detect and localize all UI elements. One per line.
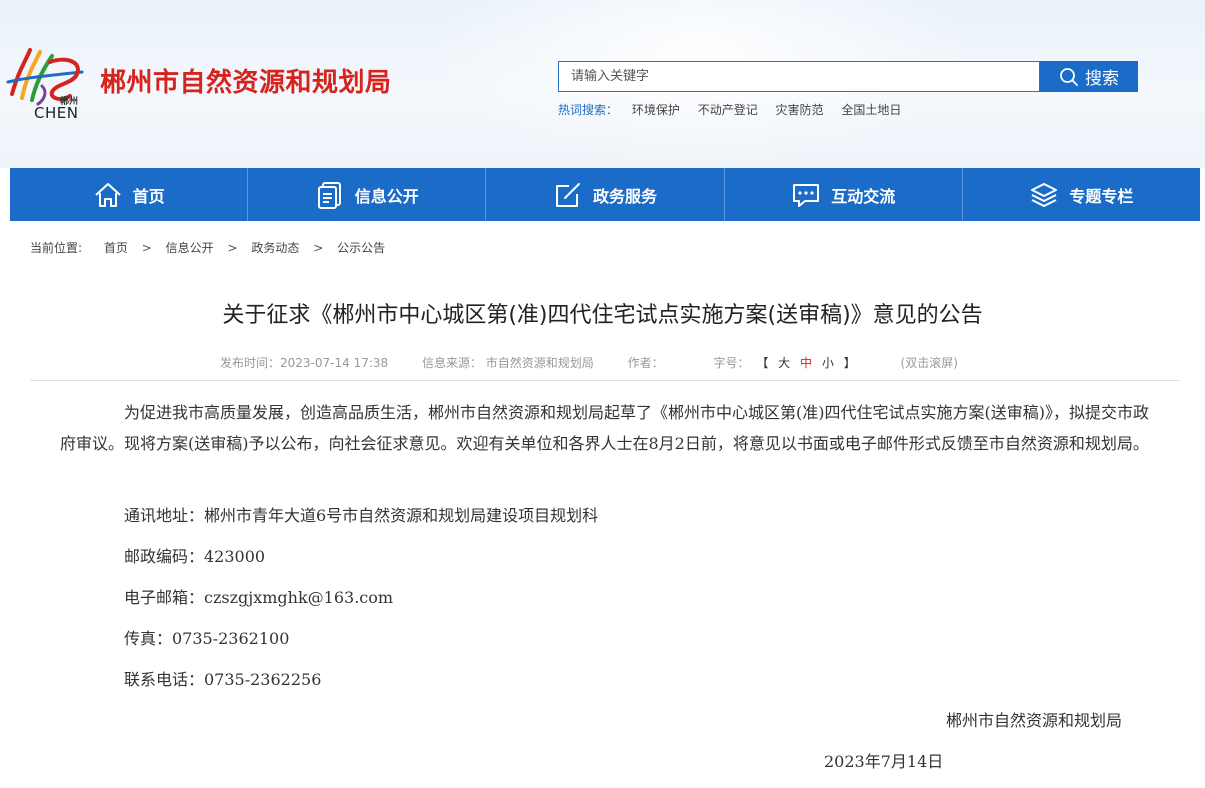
nav-item-services[interactable]: 政务服务 <box>486 168 725 221</box>
search-box <box>558 61 1043 92</box>
search-button-label: 搜索 <box>1085 69 1119 89</box>
breadcrumb-separator: > <box>227 241 238 255</box>
signature: 郴州市自然资源和规划局 <box>946 711 1123 730</box>
article-paragraph: 为促进我市高质量发展，创造高品质生活，郴州市自然资源和规划局起草了《郴州市中心城… <box>60 403 1149 453</box>
nav-label: 政务服务 <box>593 186 658 206</box>
search-button[interactable]: 搜索 <box>1040 61 1138 92</box>
contact-email: 电子邮箱：czszgjxmghk@163.com <box>124 588 394 607</box>
font-size-medium[interactable]: 中 <box>800 356 812 370</box>
signature-date: 2023年7月14日 <box>824 752 944 771</box>
font-size-label: 字号： <box>713 356 750 370</box>
font-size-bracket: 】 <box>843 356 856 370</box>
document-icon <box>317 181 341 209</box>
chat-icon <box>793 183 820 207</box>
hot-word-link[interactable]: 环境保护 <box>632 103 680 117</box>
site-logo[interactable]: 郴州 CHEN <box>4 42 94 122</box>
hot-words-label: 热词搜索： <box>558 103 619 117</box>
hot-word-link[interactable]: 不动产登记 <box>698 103 758 117</box>
nav-label: 信息公开 <box>354 186 419 206</box>
author: 作者： <box>627 356 664 370</box>
font-size-control: 字号： 【 大 中 小 】 <box>713 356 862 370</box>
breadcrumb: 当前位置: 首页 > 信息公开 > 政务动态 > 公示公告 <box>30 239 385 256</box>
publish-time: 发布时间：2023-07-14 17:38 <box>220 356 389 370</box>
breadcrumb-link[interactable]: 公示公告 <box>337 241 385 255</box>
nav-label: 互动交流 <box>831 186 896 206</box>
hot-words: 热词搜索： 环境保护 不动产登记 灾害防范 全国土地日 <box>558 101 915 118</box>
site-title[interactable]: 郴州市自然资源和规划局 <box>100 62 392 99</box>
hot-word-link[interactable]: 灾害防范 <box>776 103 824 117</box>
divider <box>30 380 1180 381</box>
breadcrumb-label: 当前位置: <box>30 241 83 255</box>
hot-word-link[interactable]: 全国土地日 <box>841 103 901 117</box>
main-nav: 首页 信息公开 政务服务 互动交流 专题专栏 <box>10 168 1200 221</box>
edit-icon <box>556 182 580 207</box>
article-meta: 发布时间：2023-07-14 17:38 信息来源： 市自然资源和规划局 作者… <box>220 354 988 371</box>
nav-item-topics[interactable]: 专题专栏 <box>963 168 1200 221</box>
double-click-scroll[interactable]: (双击滚屏) <box>901 356 958 370</box>
logo-sub-text: CHEN <box>34 104 79 122</box>
font-size-small[interactable]: 小 <box>822 356 834 370</box>
breadcrumb-separator: > <box>141 241 152 255</box>
search-icon <box>1060 67 1078 86</box>
font-size-bracket: 【 <box>756 356 769 370</box>
breadcrumb-link[interactable]: 首页 <box>104 241 128 255</box>
contact-phone: 联系电话：0735-2362256 <box>124 670 322 689</box>
nav-item-home[interactable]: 首页 <box>10 168 249 221</box>
article-body: 为促进我市高质量发展，创造高品质生活，郴州市自然资源和规划局起草了《郴州市中心城… <box>60 397 1150 459</box>
contact-address: 通讯地址：郴州市青年大道6号市自然资源和规划局建设项目规划科 <box>124 506 599 525</box>
contact-postcode: 邮政编码：423000 <box>124 547 266 566</box>
layers-icon <box>1031 182 1058 207</box>
site-header: 郴州 CHEN 郴州市自然资源和规划局 搜索 热词搜索： 环境保护 不动产登记 … <box>0 0 1205 168</box>
breadcrumb-separator: > <box>313 241 324 255</box>
nav-item-info[interactable]: 信息公开 <box>248 168 487 221</box>
breadcrumb-link[interactable]: 政务动态 <box>251 241 299 255</box>
nav-item-interaction[interactable]: 互动交流 <box>725 168 963 221</box>
info-source: 信息来源： 市自然资源和规划局 <box>421 356 594 370</box>
breadcrumb-link[interactable]: 信息公开 <box>166 241 214 255</box>
nav-label: 首页 <box>132 186 165 206</box>
nav-label: 专题专栏 <box>1069 186 1134 206</box>
search-input[interactable] <box>559 62 1043 91</box>
contact-fax: 传真：0735-2362100 <box>124 629 290 648</box>
home-icon <box>94 182 121 207</box>
article-title: 关于征求《郴州市中心城区第(准)四代住宅试点实施方案(送审稿)》意见的公告 <box>222 303 983 328</box>
font-size-large[interactable]: 大 <box>778 356 790 370</box>
